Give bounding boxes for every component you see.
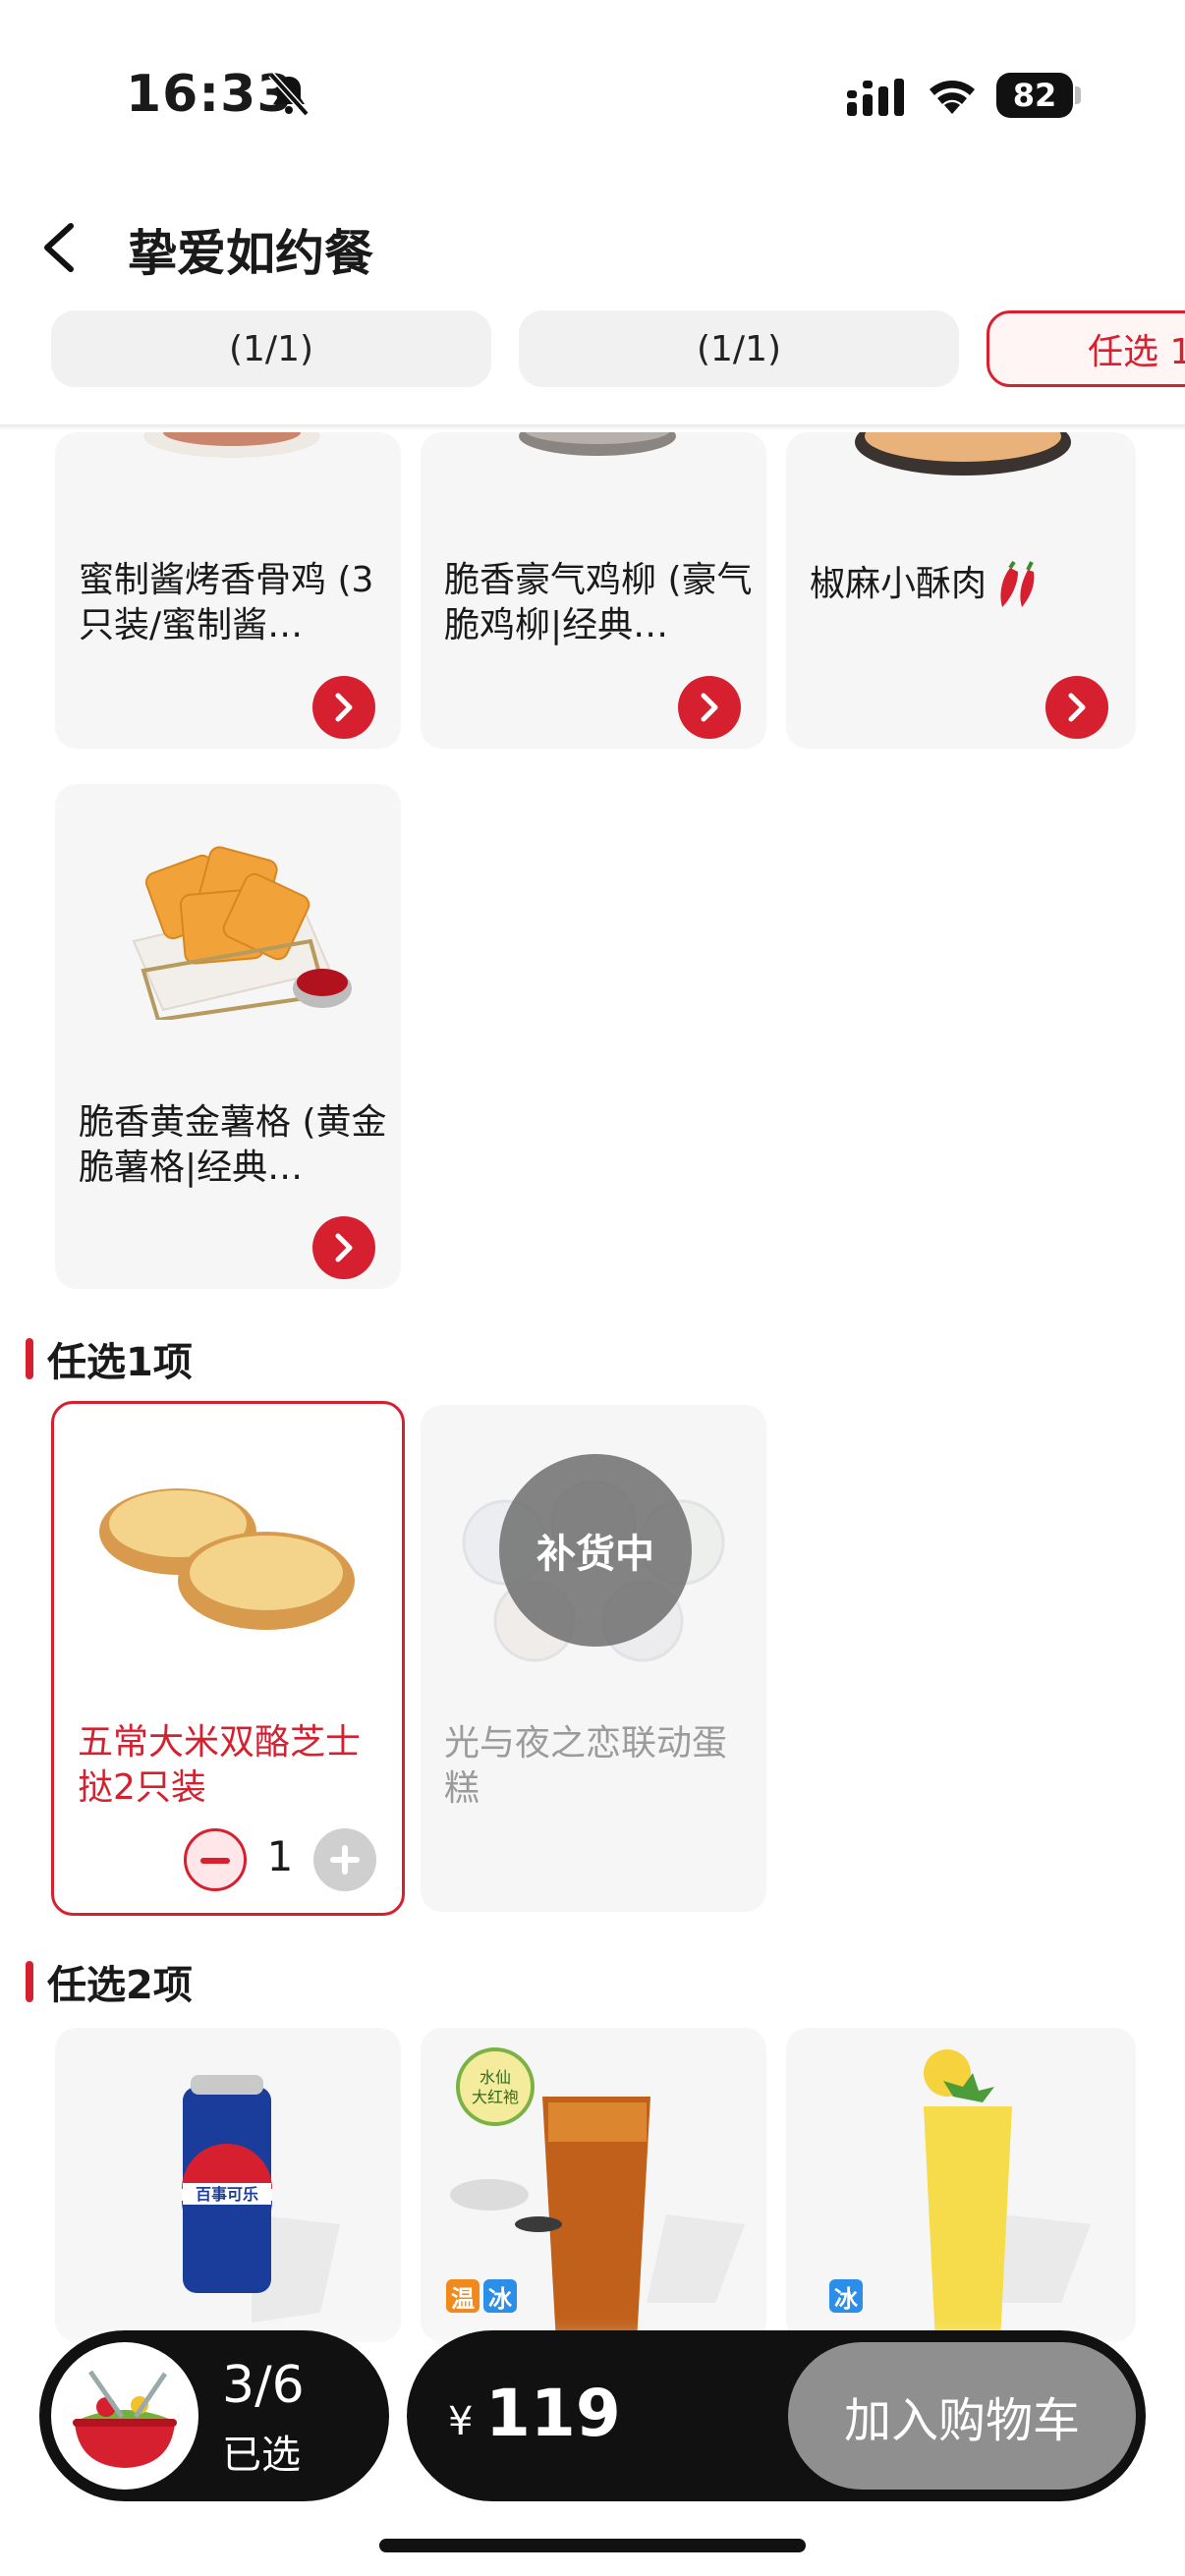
quantity-stepper: 1 — [184, 1828, 380, 1891]
quantity-value: 1 — [266, 1832, 294, 1880]
product-card[interactable]: 冰 — [786, 2028, 1136, 2342]
go-arrow-button[interactable] — [312, 676, 375, 739]
product-card[interactable]: 百事可乐 — [55, 2028, 401, 2342]
lemonade-image — [924, 2049, 1091, 2332]
chevron-right-icon — [335, 693, 353, 722]
product-card-out-of-stock[interactable]: 补货中 光与夜之恋联动蛋糕 — [421, 1405, 766, 1912]
tab-1[interactable]: (1/1) — [51, 310, 491, 387]
home-indicator — [379, 2539, 806, 2552]
chevron-right-icon — [1068, 693, 1086, 722]
selected-count: 3/6 — [222, 2356, 305, 2415]
back-arrow-icon[interactable] — [35, 216, 86, 279]
total-price: 119 — [485, 2376, 621, 2451]
selected-summary[interactable]: 3/6 已选 — [39, 2330, 389, 2501]
tab-bar: (1/1) (1/1) 任选 1 — [0, 310, 1185, 389]
food-image — [519, 432, 676, 456]
cellular-signal-icon — [847, 79, 904, 116]
tab-3[interactable]: 任选 1 — [987, 310, 1185, 387]
currency-symbol: ¥ — [448, 2399, 474, 2444]
product-card[interactable]: 椒麻小酥肉 — [786, 432, 1136, 749]
product-name: 五常大米双酪芝士挞2只装 — [78, 1722, 362, 1808]
product-name: 脆香黄金薯格 (黄金脆薯格|经典… — [79, 1102, 387, 1188]
ice-tag: 冰 — [829, 2279, 863, 2313]
go-arrow-button[interactable] — [678, 676, 741, 739]
wifi-icon — [930, 81, 975, 114]
product-name: 椒麻小酥肉 — [810, 564, 988, 604]
tab-2[interactable]: (1/1) — [519, 310, 959, 387]
chevron-right-icon — [701, 693, 718, 722]
product-name: 光与夜之恋联动蛋糕 — [444, 1723, 728, 1809]
bell-muted-icon — [268, 72, 310, 117]
product-card[interactable]: 脆香黄金薯格 (黄金脆薯格|经典… — [55, 784, 401, 1289]
product-card-selected[interactable]: 五常大米双酪芝士挞2只装 1 — [51, 1401, 405, 1916]
decrease-button[interactable] — [184, 1828, 247, 1891]
food-image — [143, 432, 320, 458]
product-card[interactable]: 水仙 大红袍 温 冰 — [421, 2028, 766, 2342]
ice-tag: 冰 — [483, 2279, 517, 2313]
section-title: 任选1项 — [26, 1330, 193, 1387]
product-card[interactable]: 蜜制酱烤香骨鸡 (3只装/蜜制酱… — [55, 432, 401, 749]
food-image — [855, 432, 1071, 476]
status-bar: 16:33 82 — [0, 0, 1185, 196]
waffle-fries-image — [132, 846, 352, 1020]
tea-badge-line-2: 大红袍 — [472, 2088, 519, 2106]
selected-label: 已选 — [222, 2433, 301, 2478]
battery-level: 82 — [996, 73, 1073, 118]
battery-indicator: 82 — [996, 73, 1081, 118]
section-title: 任选2项 — [26, 1953, 193, 2010]
can-label: 百事可乐 — [196, 2185, 258, 2204]
cheese-tart-image — [99, 1488, 355, 1630]
product-name: 蜜制酱烤香骨鸡 (3只装/蜜制酱… — [79, 560, 374, 645]
section-title-text: 任选2项 — [47, 1963, 193, 2008]
section-title-text: 任选1项 — [47, 1340, 193, 1385]
restocking-badge: 补货中 — [499, 1454, 692, 1647]
warm-tag: 温 — [446, 2279, 480, 2313]
chili-pepper-icon — [1000, 560, 1035, 607]
increase-button[interactable] — [313, 1828, 376, 1891]
go-arrow-button[interactable] — [312, 1216, 375, 1279]
checkout-bar: ¥ 119 加入购物车 — [407, 2330, 1146, 2501]
salad-bowl-icon — [51, 2342, 198, 2490]
add-to-cart-button[interactable]: 加入购物车 — [788, 2342, 1136, 2490]
chevron-right-icon — [335, 1233, 353, 1262]
go-arrow-button[interactable] — [1045, 676, 1108, 739]
pepsi-can-image: 百事可乐 — [182, 2075, 340, 2323]
product-card[interactable]: 脆香豪气鸡柳 (豪气脆鸡柳|经典… — [421, 432, 766, 749]
page-title: 挚爱如约餐 — [128, 225, 373, 282]
tea-badge-line-1: 水仙 — [480, 2068, 511, 2087]
product-name: 脆香豪气鸡柳 (豪气脆鸡柳|经典… — [444, 560, 753, 645]
